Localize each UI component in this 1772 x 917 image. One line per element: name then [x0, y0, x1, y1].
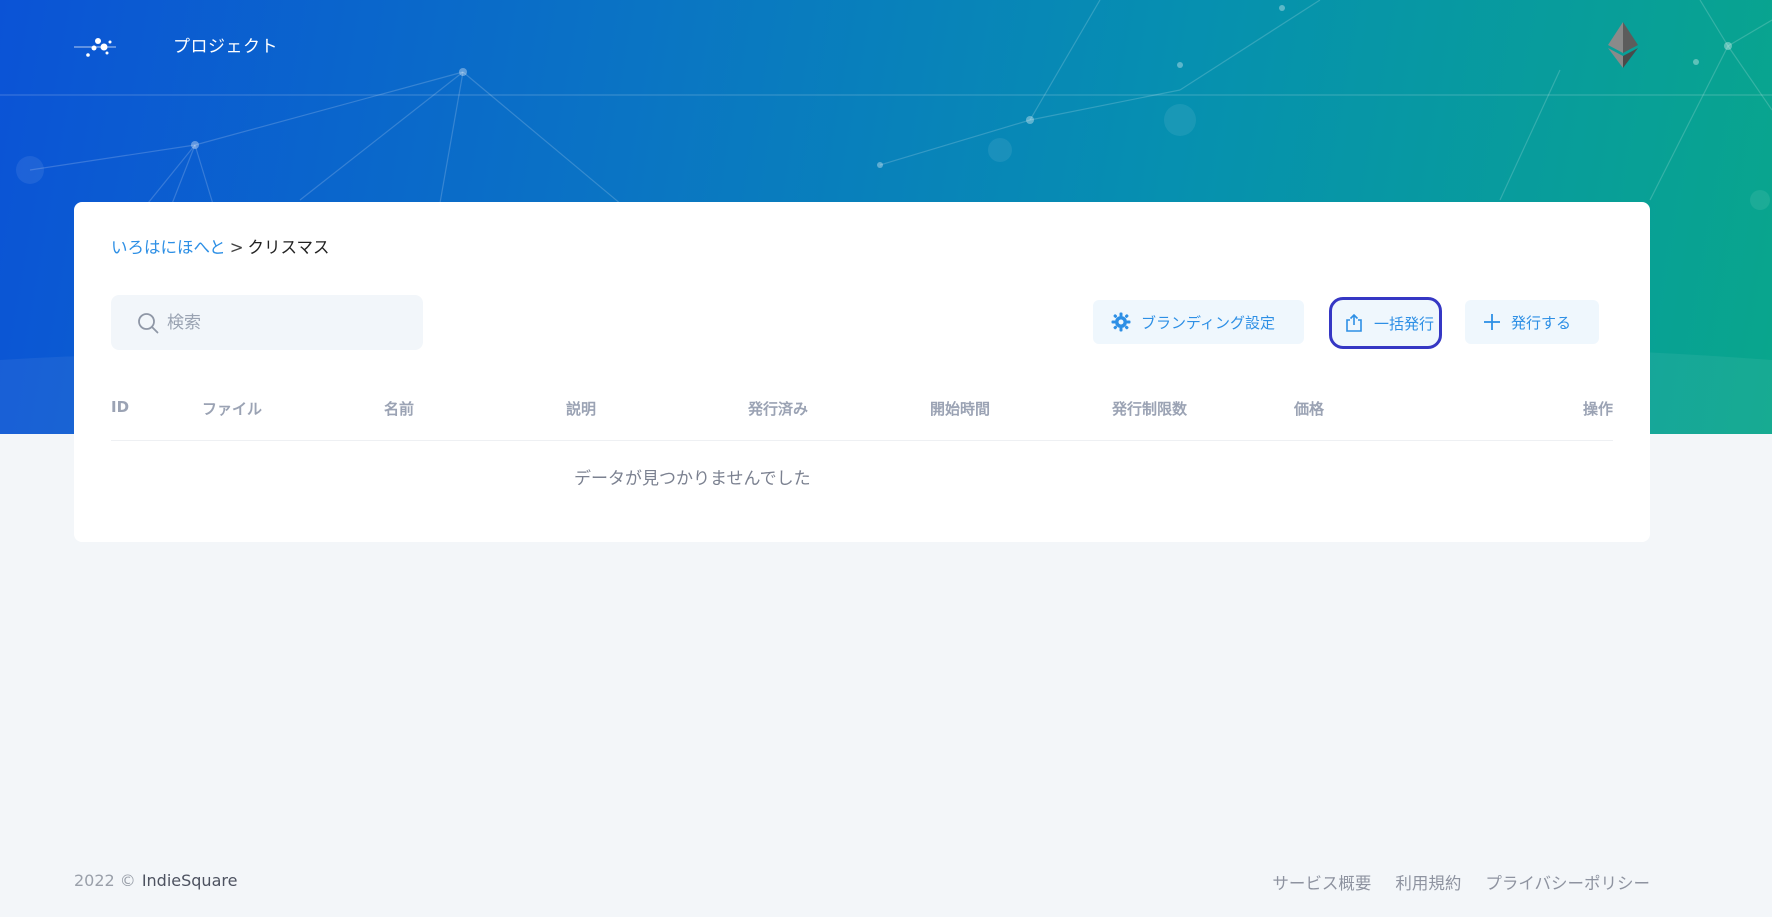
- search-input[interactable]: [167, 295, 407, 350]
- footer-links: サービス概要 利用規約 プライバシーポリシー: [1272, 870, 1650, 894]
- upload-icon: [1346, 313, 1362, 332]
- column-header-file[interactable]: ファイル: [202, 398, 262, 419]
- column-header-issued[interactable]: 発行済み: [748, 398, 808, 419]
- issue-label: 発行する: [1511, 313, 1572, 332]
- branding-settings-button[interactable]: ブランディング設定: [1093, 300, 1304, 344]
- brand-link[interactable]: IndieSquare: [142, 871, 238, 890]
- breadcrumb-parent-link[interactable]: いろはにほへと: [111, 238, 226, 257]
- network-dots-logo[interactable]: [74, 30, 120, 60]
- nav-projects-link[interactable]: プロジェクト: [173, 32, 278, 57]
- search-box: [111, 295, 423, 350]
- column-header-price[interactable]: 価格: [1294, 398, 1324, 419]
- table-header: ID ファイル 名前 説明 発行済み 開始時間 発行制限数 価格 操作: [111, 398, 1613, 428]
- footer-link-service-overview[interactable]: サービス概要: [1272, 870, 1371, 894]
- collection-card: いろはにほへと>クリスマス ブランディング設定: [74, 202, 1650, 542]
- ethereum-icon[interactable]: [1608, 22, 1638, 68]
- column-header-name[interactable]: 名前: [384, 398, 414, 419]
- bulk-issue-label: 一括発行: [1374, 314, 1435, 333]
- column-header-start-time[interactable]: 開始時間: [930, 398, 990, 419]
- bulk-issue-button[interactable]: 一括発行: [1329, 297, 1442, 349]
- plus-icon: [1484, 314, 1500, 330]
- breadcrumb-separator: >: [229, 238, 244, 257]
- empty-table-message: データが見つかりませんでした: [574, 469, 811, 489]
- branding-settings-label: ブランディング設定: [1141, 313, 1275, 332]
- column-header-id[interactable]: ID: [111, 398, 129, 416]
- column-header-issue-limit[interactable]: 発行制限数: [1112, 398, 1187, 419]
- copyright-text: 2022 ©: [74, 871, 136, 890]
- gear-icon: [1111, 312, 1131, 332]
- column-header-actions: 操作: [1582, 400, 1613, 418]
- footer-link-privacy-policy[interactable]: プライバシーポリシー: [1485, 870, 1650, 894]
- issue-button[interactable]: 発行する: [1465, 300, 1599, 344]
- table-header-divider: [111, 440, 1613, 441]
- footer-copyright: 2022 © IndieSquare: [74, 871, 237, 890]
- breadcrumb-current: クリスマス: [247, 238, 330, 257]
- footer-link-terms[interactable]: 利用規約: [1395, 870, 1461, 894]
- search-icon: [138, 313, 159, 334]
- column-header-description[interactable]: 説明: [566, 398, 596, 419]
- breadcrumb: いろはにほへと > クリスマス: [111, 234, 330, 258]
- top-navbar: プロジェクト: [0, 0, 1772, 90]
